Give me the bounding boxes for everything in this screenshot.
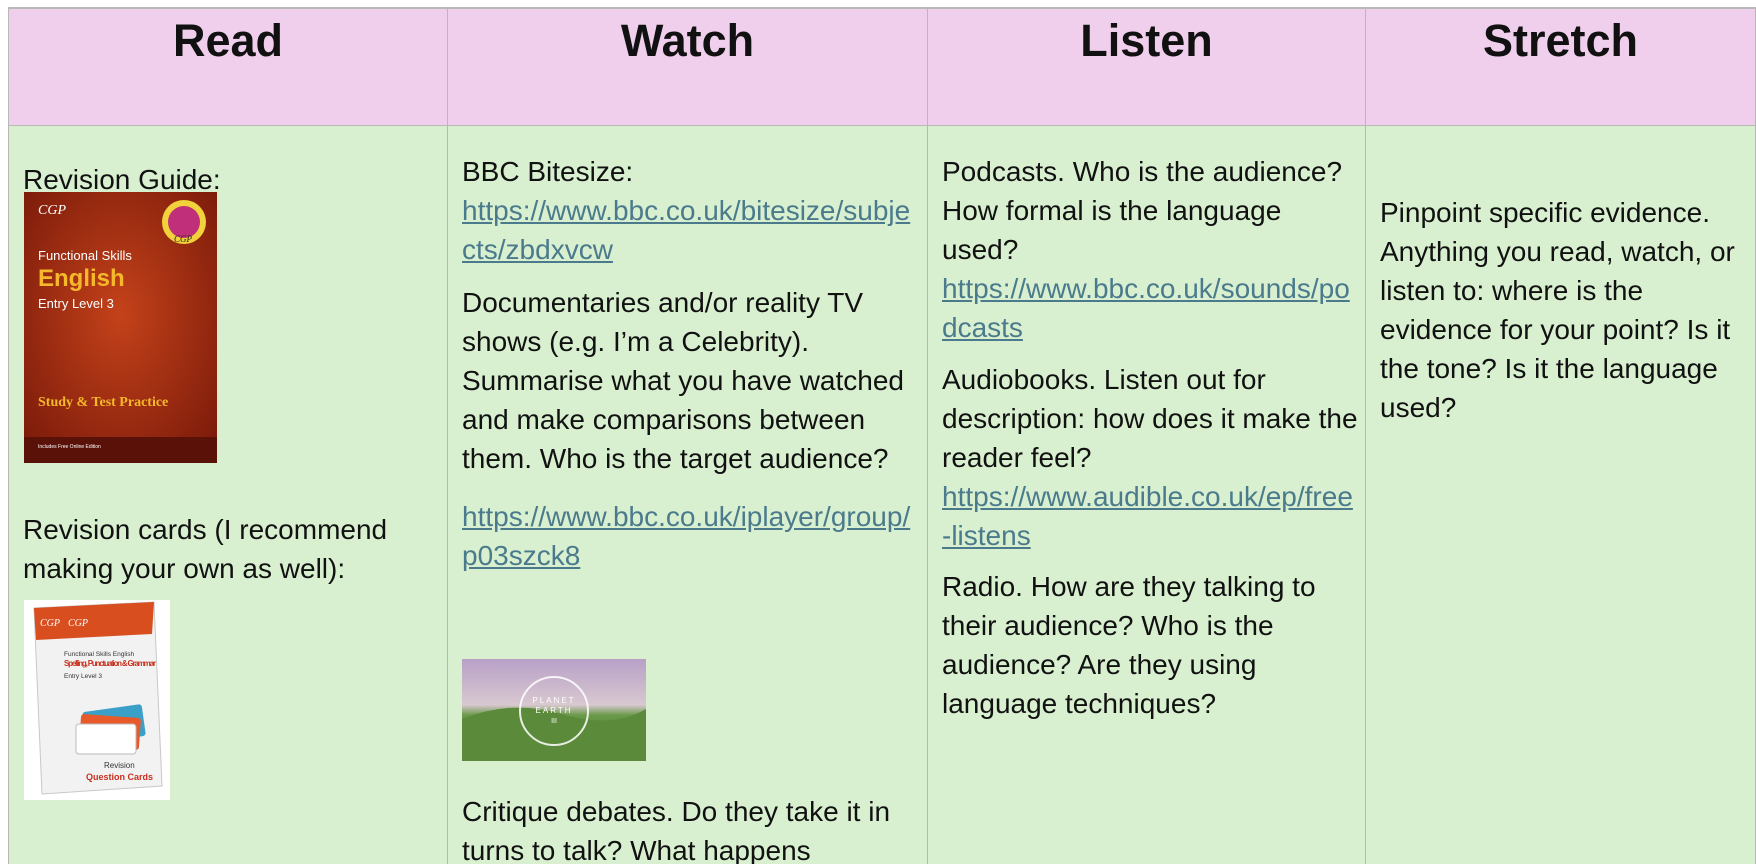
- header-stretch: Stretch: [1366, 7, 1756, 126]
- svg-text:EARTH: EARTH: [536, 706, 573, 715]
- svg-text:CGP: CGP: [68, 618, 88, 629]
- debates-text: Critique debates. Do they take it in tur…: [462, 796, 891, 864]
- revision-guide-cover-image: CGP CGP Functional Skills English Entry …: [24, 192, 217, 463]
- stretch-text: Pinpoint specific evidence. Anything you…: [1380, 197, 1735, 423]
- audiobooks-text: Audiobooks. Listen out for description: …: [942, 364, 1358, 473]
- revision-cards-box-image: CGP CGP Functional Skills English Spelli…: [24, 600, 170, 800]
- svg-text:Entry Level 3: Entry Level 3: [64, 673, 102, 680]
- revision-cards-label: Revision cards (I recommend making your …: [23, 514, 388, 584]
- read-cell: Revision Guide: CGP CGP Functional Skill…: [8, 126, 448, 864]
- bitesize-label: BBC Bitesize:: [462, 156, 634, 187]
- stretch-cell: Pinpoint specific evidence. Anything you…: [1366, 126, 1756, 864]
- revision-table: Read Watch Listen Stretch Revision Guide…: [8, 7, 1756, 864]
- svg-text:III: III: [551, 718, 557, 725]
- svg-text:Functional Skills English: Functional Skills English: [64, 651, 134, 658]
- table-top-border: [8, 7, 1756, 9]
- svg-text:Includes Free Online Edition: Includes Free Online Edition: [38, 444, 101, 450]
- svg-text:Spelling, Punctuation & Gramma: Spelling, Punctuation & Grammar: [64, 659, 156, 668]
- bitesize-link[interactable]: https://www.bbc.co.uk/bitesize/subjects/…: [462, 191, 924, 269]
- header-read: Read: [8, 7, 448, 126]
- svg-text:Revision: Revision: [104, 761, 135, 770]
- watch-cell: BBC Bitesize: https://www.bbc.co.uk/bite…: [448, 126, 928, 864]
- svg-text:Functional Skills: Functional Skills: [38, 248, 132, 263]
- svg-text:English: English: [38, 265, 125, 292]
- planet-earth-image: PLANET EARTH III: [462, 659, 646, 761]
- podcasts-text: Podcasts. Who is the audience? How forma…: [942, 156, 1343, 265]
- documentaries-text: Documentaries and/or reality TV shows (e…: [462, 287, 904, 474]
- svg-text:Entry Level 3: Entry Level 3: [38, 296, 114, 311]
- svg-text:CGP: CGP: [40, 618, 60, 629]
- svg-text:CGP: CGP: [174, 234, 193, 244]
- radio-text: Radio. How are they talking to their aud…: [942, 571, 1316, 719]
- header-watch: Watch: [448, 7, 928, 126]
- listen-cell: Podcasts. Who is the audience? How forma…: [928, 126, 1366, 864]
- audible-link[interactable]: https://www.audible.co.uk/ep/free-listen…: [942, 477, 1362, 555]
- svg-text:Study & Test Practice: Study & Test Practice: [38, 395, 168, 410]
- iplayer-link[interactable]: https://www.bbc.co.uk/iplayer/group/p03s…: [462, 497, 924, 575]
- header-listen: Listen: [928, 7, 1366, 126]
- svg-text:PLANET: PLANET: [532, 696, 575, 705]
- svg-text:CGP: CGP: [38, 203, 66, 218]
- svg-text:Question Cards: Question Cards: [86, 772, 153, 782]
- podcasts-link[interactable]: https://www.bbc.co.uk/sounds/podcasts: [942, 269, 1362, 347]
